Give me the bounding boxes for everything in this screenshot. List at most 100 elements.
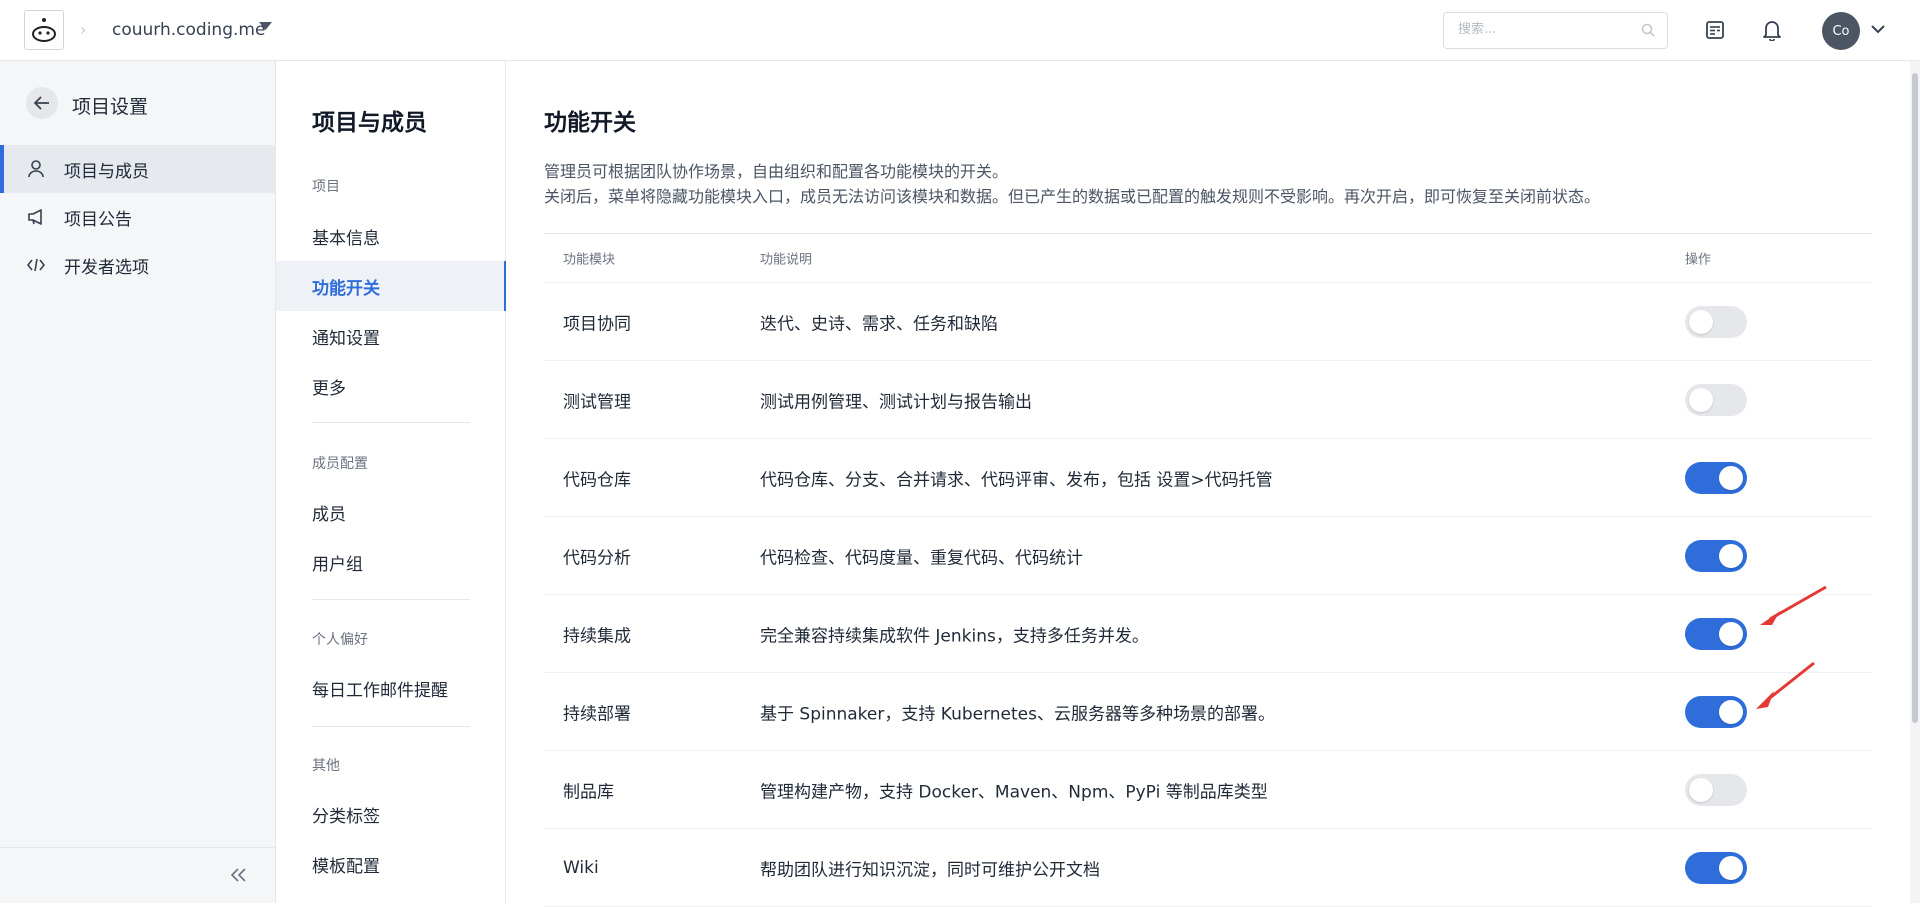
- nav-notification-settings[interactable]: 通知设置: [276, 311, 505, 361]
- module-description: 迭代、史诗、需求、任务和缺陷: [760, 314, 998, 334]
- group-label-other: 其他: [312, 758, 340, 774]
- nav-user-groups[interactable]: 用户组: [276, 537, 505, 587]
- divider: [312, 422, 470, 423]
- nav-basic-info[interactable]: 基本信息: [276, 211, 505, 261]
- module-description: 帮助团队进行知识沉淀，同时可维护公开文档: [760, 860, 1100, 880]
- scrollbar-thumb[interactable]: [1912, 73, 1918, 723]
- sidebar-title: 项目设置: [72, 96, 149, 118]
- toggle-knob: [1689, 309, 1713, 334]
- module-name: 制品库: [563, 782, 614, 802]
- top-bar: › couurh.coding.me Co: [0, 0, 1920, 61]
- avatar[interactable]: Co: [1822, 12, 1860, 50]
- table-row: 代码分析 代码检查、代码度量、重复代码、代码统计: [544, 517, 1872, 595]
- feature-toggle[interactable]: [1685, 851, 1747, 884]
- back-button[interactable]: [26, 87, 58, 119]
- feature-toggle[interactable]: [1685, 539, 1747, 572]
- table-row: 测试管理 测试用例管理、测试计划与报告输出: [544, 361, 1872, 439]
- feature-toggle[interactable]: [1685, 383, 1747, 416]
- toggle-knob: [1719, 621, 1743, 646]
- sidebar: 项目设置 项目与成员 项目公告 开发者选项: [0, 61, 276, 903]
- settings-subnav: 项目与成员 项目 基本信息 功能开关 通知设置 更多 成员配置 成员 用户组 个…: [276, 61, 506, 903]
- description-line-2: 关闭后，菜单将隐藏功能模块入口，成员无法访问该模块和数据。但已产生的数据或已配置…: [544, 187, 1601, 206]
- app-logo[interactable]: [24, 10, 64, 50]
- feature-toggle[interactable]: [1685, 695, 1747, 728]
- table-row: 制品库 管理构建产物，支持 Docker、Maven、Npm、PyPi 等制品库类…: [544, 751, 1872, 829]
- toggle-knob: [1719, 699, 1743, 724]
- caret-down-icon[interactable]: [259, 22, 272, 31]
- module-description: 代码仓库、分支、合并请求、代码评审、发布，包括 设置>代码托管: [760, 470, 1273, 490]
- module-name: 代码分析: [563, 548, 631, 568]
- nav-label: 功能开关: [312, 278, 380, 299]
- nav-label: 分类标签: [312, 806, 380, 827]
- nav-category-tags[interactable]: 分类标签: [276, 789, 505, 839]
- search-box[interactable]: [1443, 12, 1668, 49]
- avatar-initials: Co: [1832, 23, 1850, 39]
- module-name: 代码仓库: [563, 470, 631, 490]
- toggle-knob: [1719, 543, 1743, 568]
- module-description: 管理构建产物，支持 Docker、Maven、Npm、PyPi 等制品库类型: [760, 782, 1268, 802]
- bell-icon[interactable]: [1762, 19, 1782, 41]
- arrow-left-icon: [34, 96, 49, 110]
- module-description: 测试用例管理、测试计划与报告输出: [760, 392, 1032, 412]
- scrollbar[interactable]: [1910, 61, 1920, 903]
- sidebar-item-project-members[interactable]: 项目与成员: [0, 145, 275, 193]
- nav-template-config[interactable]: 模板配置: [276, 839, 505, 889]
- project-name[interactable]: couurh.coding.me: [112, 20, 265, 40]
- module-name: 持续集成: [563, 626, 631, 646]
- table-row: 项目协同 迭代、史诗、需求、任务和缺陷: [544, 283, 1872, 361]
- description-line-1: 管理员可根据团队协作场景，自由组织和配置各功能模块的开关。: [544, 162, 1009, 181]
- sidebar-item-label: 项目公告: [64, 209, 132, 230]
- code-icon: [26, 255, 46, 275]
- megaphone-icon: [26, 207, 46, 227]
- header-module: 功能模块: [563, 252, 616, 268]
- feature-table: 功能模块 功能说明 操作 项目协同 迭代、史诗、需求、任务和缺陷测试管理 测试用例管…: [544, 233, 1872, 907]
- module-name: 测试管理: [563, 392, 631, 412]
- divider: [312, 726, 470, 727]
- nav-members[interactable]: 成员: [276, 487, 505, 537]
- nav-label: 通知设置: [312, 328, 380, 349]
- module-description: 代码检查、代码度量、重复代码、代码统计: [760, 548, 1083, 568]
- sidebar-item-announcements[interactable]: 项目公告: [0, 193, 275, 241]
- feature-toggle[interactable]: [1685, 305, 1747, 338]
- logo-icon: [32, 18, 56, 42]
- feature-toggle[interactable]: [1685, 617, 1747, 650]
- nav-more[interactable]: 更多: [276, 361, 505, 411]
- document-icon[interactable]: [1705, 20, 1725, 40]
- nav-label: 基本信息: [312, 228, 380, 249]
- toggle-knob: [1689, 777, 1713, 802]
- sidebar-item-label: 开发者选项: [64, 257, 149, 278]
- group-label-project: 项目: [312, 179, 340, 195]
- nav-daily-email-reminder[interactable]: 每日工作邮件提醒: [276, 663, 505, 713]
- divider: [0, 847, 275, 848]
- toggle-knob: [1689, 387, 1713, 412]
- search-icon[interactable]: [1641, 23, 1655, 37]
- collapse-sidebar-icon[interactable]: [230, 867, 248, 883]
- header-description: 功能说明: [760, 252, 813, 268]
- subnav-title: 项目与成员: [312, 110, 427, 136]
- table-row: Wiki 帮助团队进行知识沉淀，同时可维护公开文档: [544, 829, 1872, 907]
- nav-label: 用户组: [312, 554, 363, 575]
- table-header: 功能模块 功能说明 操作: [544, 234, 1872, 283]
- feature-toggle[interactable]: [1685, 773, 1747, 806]
- chevron-down-icon[interactable]: [1870, 24, 1886, 34]
- user-icon: [26, 159, 46, 179]
- module-description: 基于 Spinnaker，支持 Kubernetes、云服务器等多种场景的部署。: [760, 704, 1275, 724]
- main-content: 功能开关 管理员可根据团队协作场景，自由组织和配置各功能模块的开关。 关闭后，菜…: [506, 61, 1910, 907]
- page-title: 功能开关: [544, 110, 636, 136]
- module-name: Wiki: [563, 857, 599, 878]
- nav-label: 成员: [312, 504, 346, 525]
- module-description: 完全兼容持续集成软件 Jenkins，支持多任务并发。: [760, 626, 1149, 646]
- sidebar-item-developer-options[interactable]: 开发者选项: [0, 241, 275, 289]
- nav-label: 每日工作邮件提醒: [312, 680, 448, 701]
- header-action: 操作: [1685, 252, 1712, 268]
- annotation-arrow-icon: [1760, 585, 1827, 625]
- chevron-right-icon: ›: [80, 20, 87, 39]
- group-label-preferences: 个人偏好: [312, 632, 368, 648]
- nav-feature-toggles[interactable]: 功能开关: [276, 261, 506, 311]
- nav-label: 更多: [312, 378, 346, 399]
- divider: [312, 599, 470, 600]
- search-input[interactable]: [1456, 21, 1635, 38]
- toggle-knob: [1719, 465, 1743, 490]
- feature-toggle[interactable]: [1685, 461, 1747, 494]
- table-row: 持续集成 完全兼容持续集成软件 Jenkins，支持多任务并发。: [544, 595, 1872, 673]
